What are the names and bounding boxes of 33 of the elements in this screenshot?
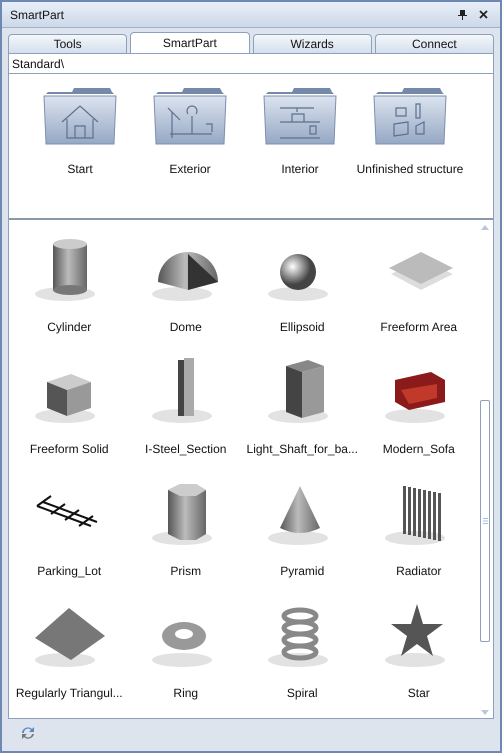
- part-item[interactable]: I-Steel_Section: [128, 354, 244, 476]
- folder-item[interactable]: Exterior: [135, 86, 245, 178]
- tab[interactable]: SmartPart: [130, 32, 250, 53]
- close-icon[interactable]: [479, 10, 488, 19]
- path-field[interactable]: Standard\: [9, 54, 493, 74]
- part-item[interactable]: Cylinder: [11, 232, 128, 354]
- scroll-thumb[interactable]: [480, 400, 490, 642]
- part-item[interactable]: Modern_Sofa: [360, 354, 477, 476]
- scroll-up-icon[interactable]: [481, 225, 489, 230]
- folder-item[interactable]: Unfinished structure: [355, 86, 465, 178]
- part-item[interactable]: Regularly Triangul...: [11, 598, 128, 720]
- scroll-down-icon[interactable]: [481, 710, 489, 715]
- part-item[interactable]: Star: [360, 598, 477, 720]
- part-item[interactable]: Freeform Area: [360, 232, 477, 354]
- tab[interactable]: Connect: [374, 34, 494, 53]
- part-item[interactable]: Freeform Solid: [11, 354, 128, 476]
- tab[interactable]: Wizards: [252, 34, 372, 53]
- part-item[interactable]: Dome: [128, 232, 244, 354]
- part-item[interactable]: Ring: [128, 598, 244, 720]
- part-item[interactable]: Ellipsoid: [244, 232, 360, 354]
- tab[interactable]: Tools: [8, 34, 128, 53]
- refresh-icon[interactable]: [20, 725, 36, 741]
- part-item[interactable]: Pyramid: [244, 476, 360, 598]
- folder-item[interactable]: Interior: [245, 86, 355, 178]
- window-title: SmartPart: [10, 6, 66, 24]
- part-item[interactable]: Prism: [128, 476, 244, 598]
- part-item[interactable]: Parking_Lot: [11, 476, 128, 598]
- grip-icon: [482, 518, 488, 524]
- part-item[interactable]: Radiator: [360, 476, 477, 598]
- part-item[interactable]: Light_Shaft_for_ba...: [244, 354, 360, 476]
- part-item[interactable]: Spiral: [244, 598, 360, 720]
- pin-icon[interactable]: [458, 10, 467, 20]
- folder-item[interactable]: Start: [25, 86, 135, 178]
